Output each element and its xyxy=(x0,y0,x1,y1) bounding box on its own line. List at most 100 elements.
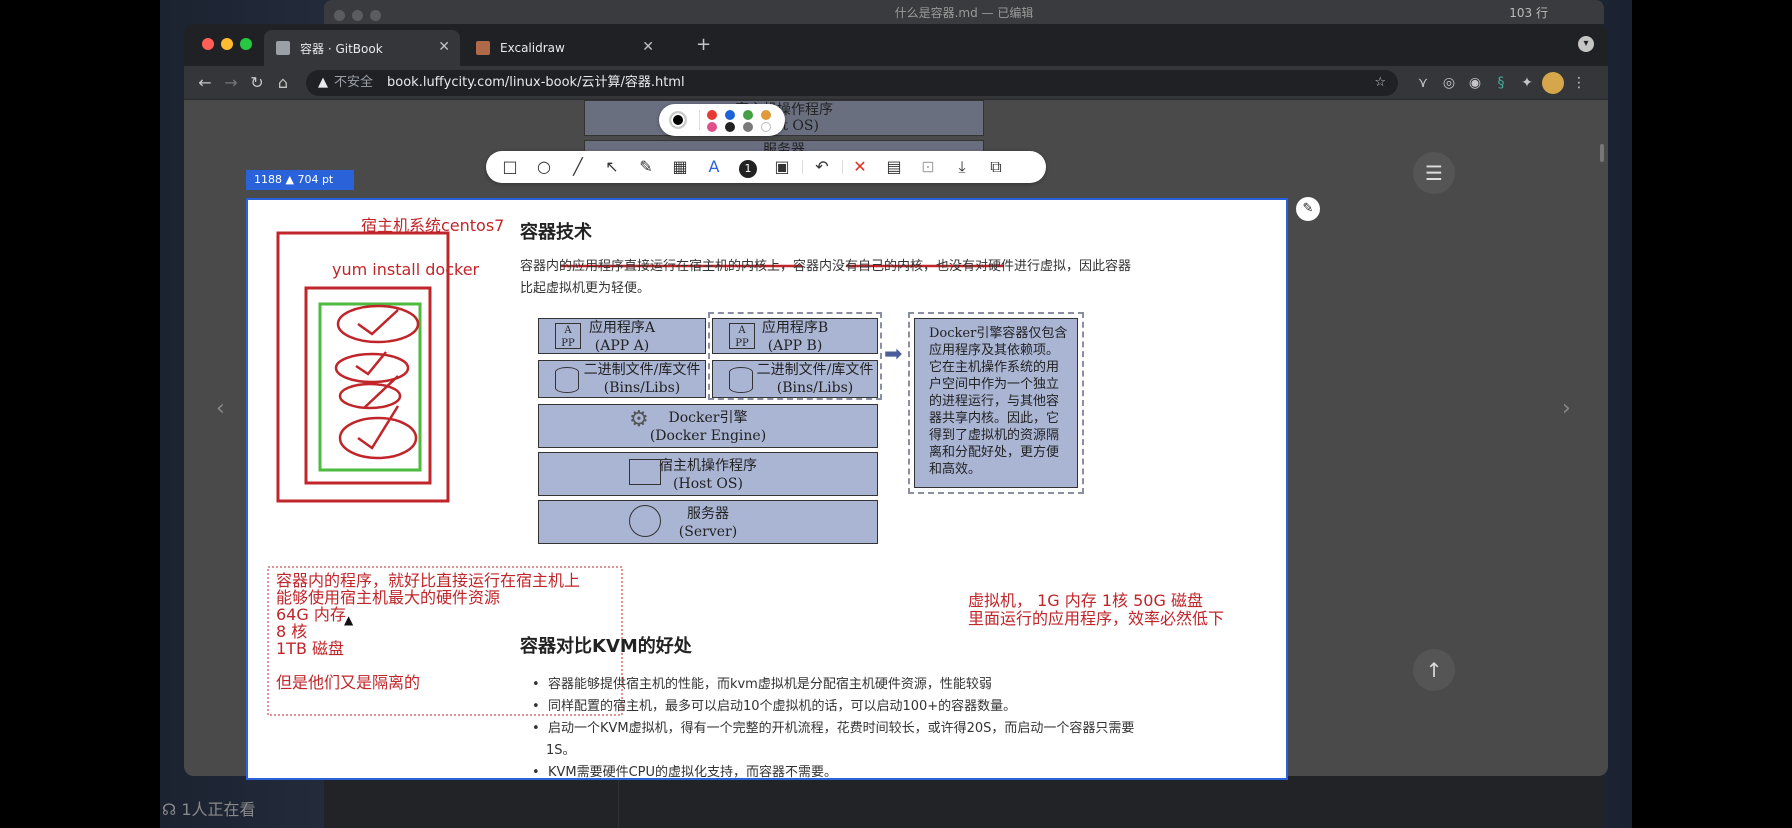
list-item-text: KVM需要硬件CPU的虚拟化支持，而容器不需要。 xyxy=(547,765,838,780)
tab-label: 容器 · GitBook xyxy=(300,41,383,56)
check-mark-1 xyxy=(357,309,399,336)
line-icon[interactable]: ╱ xyxy=(566,156,590,178)
number-icon[interactable]: 1 xyxy=(736,156,760,178)
note-text-line: 离和分配好处，更方便 xyxy=(929,445,1060,460)
bookmark-star-icon[interactable]: ☆ xyxy=(1374,70,1386,96)
color-swatch-black[interactable] xyxy=(725,122,735,132)
address-bar: ← → ↻ ⌂ ▲ 不安全 book.luffycity.com/linux-boo… xyxy=(184,66,1608,100)
scrollbar-thumb[interactable] xyxy=(1600,144,1604,162)
list-item: • 同样配置的宿主机，最多可以启动10个虚拟机的话，可以启动100+的容器数量。 xyxy=(532,699,1017,714)
color-swatch-pink[interactable] xyxy=(707,122,717,132)
pen-icon[interactable]: ✎ xyxy=(634,156,658,178)
docker-box xyxy=(304,286,432,485)
screen: 什么是容器.md — 已编辑 103 行 容器 · GitBook ✕ Exca… xyxy=(0,0,1792,828)
engine-label: Docker引擎 xyxy=(668,410,748,426)
arrow-icon[interactable]: ↖ xyxy=(600,156,624,178)
tab-excalidraw[interactable]: Excalidraw ✕ xyxy=(464,30,664,66)
reload-icon[interactable]: ↻ xyxy=(246,72,268,94)
blur-icon[interactable]: ▣ xyxy=(770,156,794,178)
circle-icon[interactable]: ○ xyxy=(532,156,556,178)
note-text-line: 它在主机操作系统的用 xyxy=(929,360,1060,375)
excalidraw-icon xyxy=(476,41,490,55)
section-title-kvm: 容器对比KVM的好处 xyxy=(520,636,692,657)
menu-fab[interactable]: ☰ xyxy=(1413,152,1455,194)
forward-icon[interactable]: → xyxy=(220,72,242,94)
intro-paragraph: 容器内的应用程序直接运行在宿主机的内核上，容器内没有自己的内核，也没有对硬件进行… xyxy=(520,259,1132,274)
color-swatch-orange[interactable] xyxy=(761,110,771,120)
close-icon[interactable]: ✕ xyxy=(848,156,872,178)
editor-title: 什么是容器.md — 已编辑 xyxy=(894,6,1034,20)
note-text-line: 和高效。 xyxy=(929,462,982,477)
color-swatch-white[interactable] xyxy=(761,122,771,132)
extensions-puzzle-icon[interactable]: ✦ xyxy=(1516,72,1538,94)
close-window-button[interactable] xyxy=(202,38,214,50)
color-swatch-red[interactable] xyxy=(707,110,717,120)
server-en: (Server) xyxy=(678,524,738,540)
url-field[interactable]: ▲ 不安全 book.luffycity.com/linux-book/云计算/容器… xyxy=(306,70,1398,96)
check-mark-4 xyxy=(357,405,400,450)
security-label: 不安全 xyxy=(334,75,374,90)
window-icon[interactable]: ▤ xyxy=(882,156,906,178)
copy-icon[interactable]: ⧉ xyxy=(984,156,1008,178)
host-label: 宿主机系统centos7 xyxy=(361,216,505,235)
docker-diagram: A PP 应用程序A (APP A) A PP 应用程序B (APP B) 二进制文… xyxy=(538,312,1086,544)
benefits-list: • 容器能够提供宿主机的性能，而kvm虚拟机是分配宿主机硬件资源，性能较弱 • … xyxy=(532,674,1252,780)
list-item-text: 容器能够提供宿主机的性能，而kvm虚拟机是分配宿主机硬件资源，性能较弱 xyxy=(547,677,992,692)
prev-page-arrow[interactable]: ‹ xyxy=(216,396,225,421)
color-swatch-blue[interactable] xyxy=(725,110,735,120)
extension-g-icon[interactable]: § xyxy=(1490,72,1512,94)
note-line: 能够使用宿主机最大的硬件资源 xyxy=(276,588,501,607)
pin-icon[interactable]: ⊡ xyxy=(916,156,940,178)
warning-icon: ▲ xyxy=(318,75,328,90)
app-b-box: A PP 应用程序B (APP B) xyxy=(712,318,878,354)
capture-region[interactable]: 宿主机系统centos7 yum install docker 容器内的程序，就… xyxy=(246,198,1288,780)
text-icon[interactable]: A xyxy=(702,156,726,178)
maximize-window-button[interactable] xyxy=(240,38,252,50)
hostos-en: (Host OS) xyxy=(673,476,743,492)
tab-bar: 容器 · GitBook ✕ Excalidraw ✕ + ▾ xyxy=(184,24,1608,66)
download-icon[interactable]: ⤓ xyxy=(950,156,974,178)
pin-button[interactable]: ✎ xyxy=(1296,197,1320,221)
rectangle-icon[interactable]: □ xyxy=(498,156,522,178)
number-label: 1 xyxy=(739,160,757,178)
scroll-top-button[interactable]: ↑ xyxy=(1413,649,1455,691)
close-tab-icon[interactable]: ✕ xyxy=(438,39,450,55)
extension-circle-icon[interactable]: ◎ xyxy=(1438,72,1460,94)
extension-vimium-icon[interactable]: ⋎ xyxy=(1412,72,1434,94)
database-icon xyxy=(729,367,753,393)
monitor-icon xyxy=(629,459,661,485)
app-icon: A PP xyxy=(729,323,755,349)
close-tab-icon[interactable]: ✕ xyxy=(642,39,654,55)
note-line: 64G 内存 xyxy=(276,605,346,624)
toolbar-divider xyxy=(842,160,843,174)
docker-label: yum install docker xyxy=(332,260,480,279)
tab-label: Excalidraw xyxy=(500,41,565,55)
engine-en: (Docker Engine) xyxy=(649,428,767,444)
list-item-text: 启动一个KVM虚拟机，得有一个完整的开机流程，花费时间较长，或许得20S，而启动… xyxy=(547,721,1135,736)
next-page-arrow[interactable]: › xyxy=(1562,396,1571,421)
selection-size-badge: 1188 ▲ 704 pt xyxy=(246,170,354,190)
minimize-window-button[interactable] xyxy=(221,38,233,50)
extension-compass-icon[interactable]: ◉ xyxy=(1464,72,1486,94)
url-text: book.luffycity.com/linux-book/云计算/容器.htm… xyxy=(387,75,685,90)
note-text-line: 的进程运行，与其他容 xyxy=(929,394,1060,409)
section-title-container: 容器技术 xyxy=(520,222,592,243)
color-swatch-green[interactable] xyxy=(743,110,753,120)
gear-icon: ⚙ xyxy=(629,407,649,432)
new-tab-button[interactable]: + xyxy=(696,34,711,55)
annotation-toolbar: □ ○ ╱ ↖ ✎ ▦ A 1 ▣ ↶ ✕ ▤ ⊡ ⤓ ⧉ xyxy=(486,151,1046,183)
back-icon[interactable]: ← xyxy=(194,72,216,94)
hostos-label: 宿主机操作程序 xyxy=(659,458,757,474)
server-icon xyxy=(629,505,661,537)
profile-avatar[interactable] xyxy=(1542,72,1564,94)
color-swatch-gray[interactable] xyxy=(743,122,753,132)
tab-gitbook[interactable]: 容器 · GitBook ✕ xyxy=(264,30,460,66)
tab-search-icon[interactable]: ▾ xyxy=(1578,36,1594,52)
mosaic-icon[interactable]: ▦ xyxy=(668,156,692,178)
list-item: • 容器能够提供宿主机的性能，而kvm虚拟机是分配宿主机硬件资源，性能较弱 xyxy=(532,677,992,692)
home-icon[interactable]: ⌂ xyxy=(272,72,294,94)
arrow-right-icon: ➡ xyxy=(884,342,903,367)
current-color-swatch[interactable] xyxy=(669,111,687,129)
undo-icon[interactable]: ↶ xyxy=(810,156,834,178)
browser-menu-icon[interactable]: ⋮ xyxy=(1568,72,1590,94)
